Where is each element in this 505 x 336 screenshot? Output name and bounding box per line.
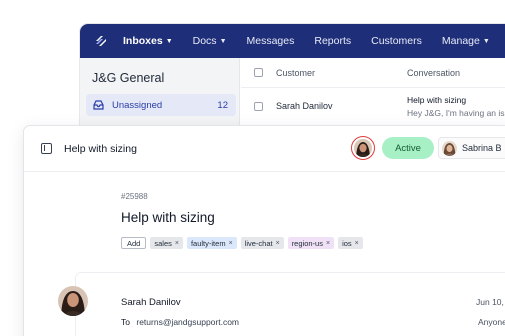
conversation-header-title: Help with sizing [64, 142, 137, 155]
select-all-checkbox[interactable] [254, 68, 263, 77]
assignee-name: Sabrina B [462, 143, 502, 153]
tag-label: faulty-item [190, 238, 226, 248]
tag-list: Add sales × faulty-item × live-chat × region-u… [121, 237, 363, 249]
nav-item-inboxes[interactable]: Inboxes ▼ [123, 35, 173, 47]
tag-label: sales [154, 238, 172, 248]
chevron-down-icon: ▼ [219, 37, 227, 45]
table-header: Customer Conversation [241, 58, 505, 88]
sidebar-item-label: Unassigned [112, 99, 163, 111]
assignee-avatar [442, 140, 457, 156]
nav-item-manage[interactable]: Manage ▼ [442, 35, 490, 47]
close-icon[interactable]: × [175, 240, 179, 247]
tag-chip[interactable]: live-chat × [240, 237, 284, 249]
assignee-selector[interactable]: Sabrina B [438, 137, 505, 159]
nav-item-docs[interactable]: Docs ▼ [193, 35, 227, 47]
nav-item-messages[interactable]: Messages [247, 35, 295, 47]
tags: sales × faulty-item × live-chat × region-us × io… [150, 237, 363, 249]
close-icon[interactable]: × [355, 240, 359, 247]
close-icon[interactable]: × [276, 240, 280, 247]
tag-chip[interactable]: ios × [338, 237, 363, 249]
tag-chip[interactable]: faulty-item × [186, 237, 237, 249]
nav-items: Inboxes ▼ Docs ▼ Messages Reports Customers Man… [123, 35, 505, 47]
message-visibility: Anyone [478, 317, 505, 327]
close-icon[interactable]: × [229, 240, 233, 247]
nav-item-label: Inboxes [123, 35, 163, 47]
unassigned-count: 12 [217, 99, 228, 111]
nav-item-customers[interactable]: Customers [371, 35, 422, 47]
row-preview: Hey J&G, I'm having an iss [407, 107, 505, 118]
row-conversation: Help with sizing Hey J&G, I'm having an … [407, 95, 505, 118]
tag-chip[interactable]: sales × [150, 237, 183, 249]
nav-item-reports[interactable]: Reports [314, 35, 351, 47]
tag-chip[interactable]: region-us × [287, 237, 335, 249]
mailbox-title: J&G General [92, 71, 165, 85]
chevron-down-icon: ▼ [482, 37, 490, 45]
sidebar-toggle-icon[interactable] [41, 143, 52, 154]
tag-label: ios [342, 238, 352, 248]
table-row[interactable]: Sarah Danilov Help with sizing Hey J&G, … [241, 88, 505, 124]
message-sender: Sarah Danilov [121, 297, 181, 308]
nav-item-label: Docs [192, 35, 217, 47]
column-conversation: Conversation [407, 67, 461, 78]
add-tag-button[interactable]: Add [121, 237, 147, 249]
brand-logo-icon[interactable] [93, 33, 109, 49]
nav-item-label: Messages [246, 35, 295, 47]
tag-label: live-chat [244, 238, 273, 248]
recipient-address: returns@jandgsupport.com [136, 317, 240, 327]
chevron-down-icon: ▼ [165, 37, 173, 45]
row-customer: Sarah Danilov [276, 101, 333, 111]
sender-avatar [58, 286, 88, 316]
top-navigation: Inboxes ▼ Docs ▼ Messages Reports Customers Man… [80, 24, 505, 58]
inbox-icon [93, 100, 104, 110]
viewer-avatar[interactable] [351, 136, 375, 160]
avatar-image [58, 286, 88, 316]
nav-item-label: Reports [314, 35, 352, 47]
tag-label: region-us [291, 238, 323, 248]
conversation-panel: Help with sizing Active Sabrina B #25988… [24, 126, 505, 336]
row-checkbox[interactable] [254, 101, 263, 111]
sidebar-item-unassigned[interactable]: Unassigned 12 [86, 94, 236, 116]
nav-item-label: Customers [371, 35, 422, 47]
avatar-image [353, 138, 372, 157]
row-subject: Help with sizing [407, 94, 467, 105]
status-badge[interactable]: Active [382, 137, 434, 159]
conversation-title: Help with sizing [121, 210, 215, 225]
ticket-number: #25988 [121, 192, 148, 201]
message-recipient-line: To returns@jandgsupport.com [121, 317, 239, 327]
nav-item-label: Manage [441, 35, 480, 47]
column-customer: Customer [276, 67, 316, 78]
to-label: To [121, 317, 130, 327]
close-icon[interactable]: × [326, 240, 330, 247]
message-date: Jun 10, [476, 297, 504, 307]
